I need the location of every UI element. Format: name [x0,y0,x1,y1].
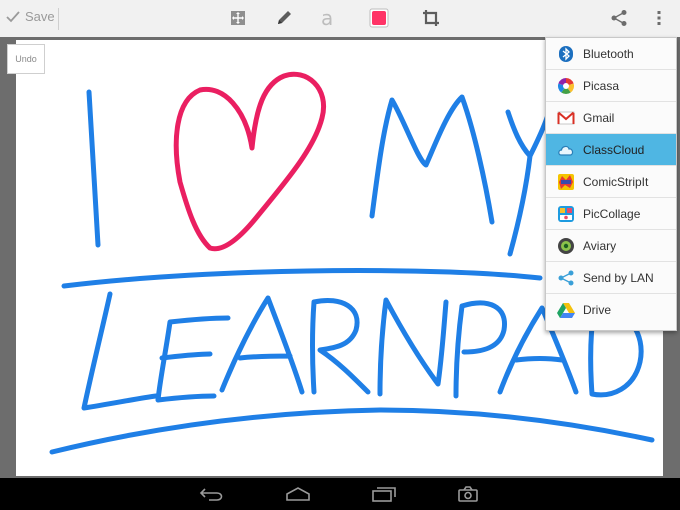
stroke-underline-top [61,268,543,289]
menu-item-label: Drive [583,303,612,317]
drive-icon [557,301,575,319]
menu-item-label: Gmail [583,110,615,125]
recent-apps-icon [372,487,396,502]
stroke-letter-y [505,109,552,257]
screenshot-button[interactable] [453,484,483,504]
menu-item-label: Bluetooth [583,46,634,61]
recent-apps-button[interactable] [369,484,399,504]
back-icon [199,488,223,501]
menu-item-bluetooth[interactable]: Bluetooth [546,38,676,70]
cloud-icon [557,141,575,159]
menu-item-classcloud[interactable]: ClassCloud [546,134,676,166]
share-lan-icon [557,269,575,287]
menu-item-picasa[interactable]: Picasa [546,70,676,102]
menu-item-label: Send by LAN [583,270,654,285]
menu-item-label: ComicStripIt [583,174,649,189]
stroke-letter-l [81,291,159,411]
home-icon [286,487,310,501]
share-menu: Bluetooth Picasa Gmail ClassCloud ComicS… [545,37,677,331]
piccollage-icon [557,205,575,223]
system-navigation-bar [0,478,680,510]
comicstripit-icon [557,173,575,191]
gmail-icon [557,109,575,127]
menu-item-comicstripit[interactable]: ComicStripIt [546,166,676,198]
stroke-letter-i [86,89,101,248]
home-button[interactable] [283,484,313,504]
stroke-letter-r [310,298,371,395]
menu-item-label: ClassCloud [583,142,645,157]
stroke-letter-a1 [219,295,305,395]
back-button[interactable] [197,484,227,504]
stroke-letter-n [377,297,449,397]
picasa-icon [557,77,575,95]
menu-item-send-by-lan[interactable]: Send by LAN [546,262,676,294]
bluetooth-icon [557,45,575,63]
menu-item-label: Picasa [583,78,620,93]
menu-item-aviary[interactable]: Aviary [546,230,676,262]
menu-item-label: PicCollage [583,206,641,221]
stroke-letter-e [155,315,231,403]
menu-item-piccollage[interactable]: PicCollage [546,198,676,230]
stroke-letter-m [369,94,495,225]
menu-item-gmail[interactable]: Gmail [546,102,676,134]
stroke-heart [173,71,326,252]
screenshot-icon [458,486,478,502]
stroke-underline-bottom [49,407,655,455]
aviary-icon [557,237,575,255]
menu-item-drive[interactable]: Drive [546,294,676,326]
stroke-letter-p [453,300,507,399]
menu-item-label: Aviary [583,238,617,253]
